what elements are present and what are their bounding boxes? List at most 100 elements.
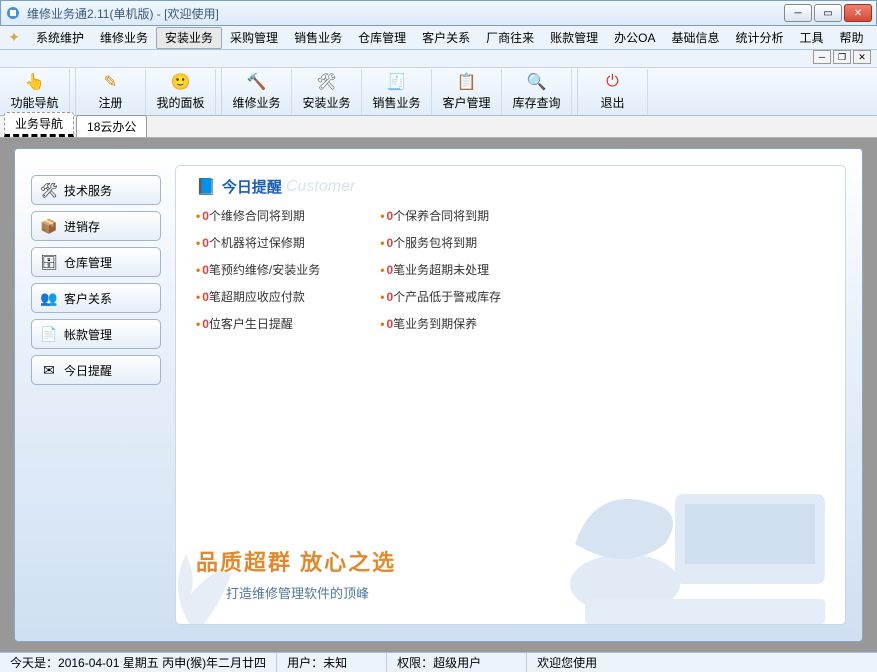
menu-item-12[interactable]: 工具 (792, 28, 832, 48)
status-perm-value: 超级用户 (433, 654, 481, 671)
main-area: 🛠技术服务 📦进销存 🗄仓库管理 👥 客户关系 📄 帐款管理 ✉今日提醒 📘 今日提醒 Cus… (0, 138, 877, 652)
bullet-icon: • (380, 209, 384, 223)
tool-功能导航[interactable]: 👆 功能导航 (0, 69, 70, 115)
slogan-sub: 打造维修管理软件的顶峰 (226, 583, 396, 602)
menu-item-4[interactable]: 销售业务 (286, 28, 350, 48)
客户关系-icon: 👥 (40, 289, 58, 307)
status-date: 今天是： 2016-04-01 星期五 丙申(猴)年二月廿四 (0, 653, 277, 672)
menu-item-5[interactable]: 仓库管理 (350, 28, 414, 48)
reminder-count: 0 (202, 317, 209, 331)
nav-今日提醒[interactable]: ✉今日提醒 (31, 355, 161, 385)
tool-label: 客户管理 (442, 94, 490, 111)
reminder-item[interactable]: •0笔预约维修/安装业务 (196, 261, 320, 278)
reminder-text: 个机器将过保修期 (209, 236, 305, 250)
mdi-minimize-button[interactable]: ─ (813, 50, 831, 64)
content-box: 🛠技术服务 📦进销存 🗄仓库管理 👥 客户关系 📄 帐款管理 ✉今日提醒 📘 今日提醒 Cus… (14, 148, 863, 642)
status-welcome: 欢迎您使用 (527, 653, 877, 672)
reminder-item[interactable]: •0个保养合同将到期 (380, 207, 501, 224)
maximize-button[interactable]: ▭ (814, 4, 842, 22)
tool-退出[interactable]: ⏻ 退出 (578, 69, 648, 115)
tool-销售业务[interactable]: 🧾销售业务 (362, 69, 432, 115)
menu-item-11[interactable]: 统计分析 (728, 28, 792, 48)
安装业务-icon: 🛠 (317, 72, 337, 92)
reminder-item[interactable]: •0笔超期应收应付款 (196, 288, 320, 305)
slogan-block: 品质超群 放心之选 打造维修管理软件的顶峰 (196, 545, 396, 602)
reminder-text: 笔超期应收应付款 (209, 290, 305, 304)
功能导航-icon: 👆 (25, 72, 45, 92)
reminder-text: 笔业务超期未处理 (393, 263, 489, 277)
book-icon: 📘 (196, 177, 216, 197)
退出-icon: ⏻ (603, 72, 623, 92)
tool-安装业务[interactable]: 🛠 安装业务 (292, 69, 362, 115)
reminder-item[interactable]: •0个服务包将到期 (380, 234, 501, 251)
reminder-item[interactable]: •0个产品低于警戒库存 (380, 288, 501, 305)
reminder-item[interactable]: •0个机器将过保修期 (196, 234, 320, 251)
reminder-item[interactable]: •0笔业务到期保养 (380, 315, 501, 332)
bullet-icon: • (196, 317, 200, 331)
tool-库存查询[interactable]: 🔍库存查询 (502, 69, 572, 115)
menu-item-8[interactable]: 账款管理 (542, 28, 606, 48)
tool-label: 我的面板 (156, 94, 204, 111)
reminder-text: 笔业务到期保养 (393, 317, 477, 331)
nav-帐款管理[interactable]: 📄 帐款管理 (31, 319, 161, 349)
reminder-columns: •0个维修合同将到期•0个机器将过保修期•0笔预约维修/安装业务•0笔超期应收应… (196, 207, 825, 332)
tab-1[interactable]: 18云办公 (76, 115, 147, 137)
side-nav: 🛠技术服务 📦进销存 🗄仓库管理 👥 客户关系 📄 帐款管理 ✉今日提醒 (31, 175, 161, 625)
reminder-count: 0 (202, 209, 209, 223)
reminder-item[interactable]: •0个维修合同将到期 (196, 207, 320, 224)
tab-strip: 业务导航18云办公 (0, 116, 877, 138)
menu-item-10[interactable]: 基础信息 (663, 28, 727, 48)
reminder-text: 位客户生日提醒 (209, 317, 293, 331)
gear-icon: ✦ (6, 30, 22, 46)
nav-客户关系[interactable]: 👥 客户关系 (31, 283, 161, 313)
reminder-col-left: •0个维修合同将到期•0个机器将过保修期•0笔预约维修/安装业务•0笔超期应收应… (196, 207, 320, 332)
nav-进销存[interactable]: 📦进销存 (31, 211, 161, 241)
menu-item-1[interactable]: 维修业务 (92, 28, 156, 48)
bullet-icon: • (380, 317, 384, 331)
mdi-close-button[interactable]: ✕ (853, 50, 871, 64)
menu-item-13[interactable]: 帮助 (832, 28, 872, 48)
mdi-restore-button[interactable]: ❐ (833, 50, 851, 64)
menu-item-2[interactable]: 安装业务 (156, 27, 222, 49)
close-button[interactable]: ✕ (844, 4, 872, 22)
tool-注册[interactable]: ✎注册 (76, 69, 146, 115)
帐款管理-icon: 📄 (40, 325, 58, 343)
phone-illustration (565, 434, 845, 625)
menu-item-7[interactable]: 厂商往来 (478, 28, 542, 48)
tool-label: 安装业务 (302, 94, 350, 111)
reminder-item[interactable]: •0笔业务超期未处理 (380, 261, 501, 278)
menu-item-3[interactable]: 采购管理 (222, 28, 286, 48)
nav-label: 技术服务 (64, 182, 112, 199)
tool-维修业务[interactable]: 🔨维修业务 (222, 69, 292, 115)
tool-label: 销售业务 (372, 94, 420, 111)
minimize-button[interactable]: ─ (784, 4, 812, 22)
tab-0[interactable]: 业务导航 (4, 112, 74, 137)
reminder-text: 个保养合同将到期 (393, 209, 489, 223)
app-icon (5, 5, 21, 21)
nav-技术服务[interactable]: 🛠技术服务 (31, 175, 161, 205)
reminder-count: 0 (202, 290, 209, 304)
panel-header: 📘 今日提醒 Customer (196, 176, 825, 197)
mdi-controls: ─ ❐ ✕ (0, 50, 877, 68)
bullet-icon: • (196, 263, 200, 277)
tool-label: 退出 (600, 94, 624, 111)
tool-label: 注册 (98, 94, 122, 111)
menu-item-0[interactable]: 系统维护 (28, 28, 92, 48)
nav-label: 帐款管理 (64, 326, 112, 343)
nav-label: 客户关系 (64, 290, 112, 307)
tool-我的面板[interactable]: 🙂我的面板 (146, 69, 216, 115)
reminder-item[interactable]: •0位客户生日提醒 (196, 315, 320, 332)
titlebar: 维修业务通2.11(单机版) - [欢迎使用] ─ ▭ ✕ (0, 0, 877, 26)
bullet-icon: • (196, 236, 200, 250)
reminder-col-right: •0个保养合同将到期 •0个服务包将到期 •0笔业务超期未处理 •0个产品低于警戒库存… (380, 207, 501, 332)
menu-item-6[interactable]: 客户关系 (414, 28, 478, 48)
status-perm: 权限： 超级用户 (387, 653, 527, 672)
slogan-main: 品质超群 放心之选 (196, 545, 396, 577)
reminder-count: 0 (202, 263, 209, 277)
tool-label: 功能导航 (10, 94, 58, 111)
tool-客户管理[interactable]: 📋客户管理 (432, 69, 502, 115)
仓库管理-icon: 🗄 (40, 253, 58, 271)
tool-label: 库存查询 (512, 94, 560, 111)
menu-item-9[interactable]: 办公OA (606, 28, 663, 48)
nav-仓库管理[interactable]: 🗄仓库管理 (31, 247, 161, 277)
